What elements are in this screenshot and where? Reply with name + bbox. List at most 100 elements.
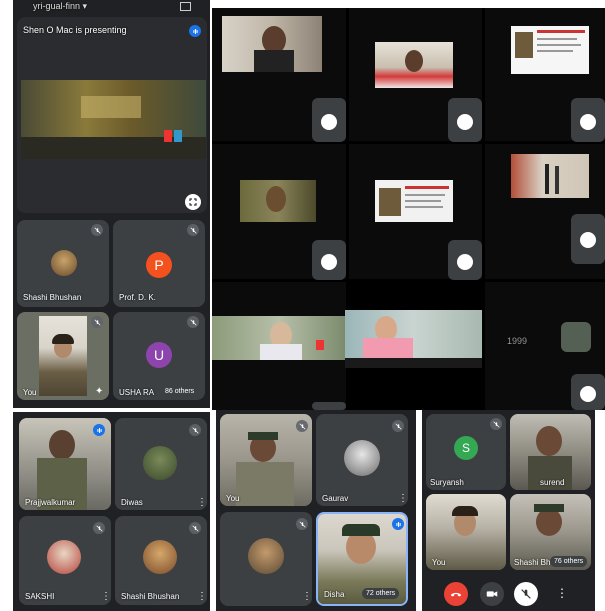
fullscreen-icon[interactable] [185,194,201,210]
speaker-video [345,310,482,368]
meet-window-bottom-mid: You Gaurav ⋮ ⋮ Disha 72 others [216,410,416,611]
mic-on-icon [392,518,404,530]
self-thumb [571,374,605,410]
avatar [143,540,177,574]
self-video [39,316,87,396]
participant-tile[interactable]: S Suryansh [426,414,506,490]
self-thumb [312,402,346,410]
mic-off-icon [189,522,201,534]
avatar: U [146,342,172,368]
more-vert-icon[interactable]: ⋮ [556,587,568,599]
more-vert-icon[interactable]: ⋮ [398,494,408,504]
mic-off-icon [189,424,201,436]
participant-tile[interactable]: Prajjwalkumar [19,418,111,510]
avatar [344,440,380,476]
participant-name: Gaurav [322,494,349,503]
speaker-video [375,42,453,88]
mic-off-icon [91,224,103,236]
avatar [321,254,337,270]
meet-window-bottom-right: S Suryansh surend You Shashi Bh 76 other… [422,410,595,611]
participant-name: Shashi Bhushan [121,592,180,601]
participant-name: Prajjwalkumar [25,498,76,507]
self-thumb [312,98,346,142]
participant-tile[interactable]: surend [510,414,591,490]
mic-off-icon [392,420,404,432]
presenting-label: Shen O Mac is presenting [23,25,127,35]
participant-tile[interactable]: U USHA RA 86 others [113,312,205,400]
more-vert-icon[interactable]: ⋮ [101,592,111,602]
self-thumb [571,214,605,264]
meeting-code[interactable]: yri-gual-finn ▾ [33,1,87,12]
video-panel [485,144,605,279]
self-thumb [448,240,482,280]
more-vert-icon[interactable]: ⋮ [197,498,207,508]
mic-off-icon [187,224,199,236]
participant-name: Shashi Bhushan [23,293,82,302]
participant-tile-self[interactable]: You ✦ [17,312,109,400]
participant-tile-self[interactable]: You [426,494,506,570]
others-badge[interactable]: 86 others [161,386,199,397]
mic-on-icon [189,25,201,37]
video-panel [349,8,482,142]
video-panel [212,144,346,280]
mic-off-button[interactable] [514,582,538,606]
participant-name: You [432,558,446,567]
participant-name: Suryansh [430,478,464,487]
more-vert-icon[interactable]: ⋮ [302,592,312,602]
participant-tile[interactable]: P Prof. D. K. [113,220,205,307]
end-call-button[interactable] [444,582,468,606]
others-badge[interactable]: 76 others [550,556,588,567]
participant-name: Disha [324,590,345,599]
video-panel [212,282,346,410]
participant-tile[interactable]: Shashi Bhushan ⋮ [115,516,207,605]
mic-on-icon [93,424,105,436]
mic-off-icon [91,316,103,328]
presentation-tile[interactable]: Shen O Mac is presenting [17,17,207,213]
participant-name: Shashi Bh [514,558,551,567]
screenshot-grid: 1999 [212,8,605,410]
mic-off-icon [93,522,105,534]
window-icon[interactable] [180,2,191,11]
participant-tile[interactable]: Gaurav ⋮ [316,414,408,506]
avatar [457,254,473,270]
self-thumb [571,98,605,142]
speaker-video [222,16,322,72]
mic-off-icon [296,420,308,432]
participant-name: surend [540,478,565,487]
participant-tile[interactable]: Diwas ⋮ [115,418,207,510]
participant-tile[interactable]: ⋮ [220,512,312,606]
avatar [580,114,596,130]
speaker-video [212,316,346,360]
self-thumb [561,322,591,352]
participant-tile[interactable]: Disha 72 others [316,512,408,606]
participant-tile[interactable]: Shashi Bh 76 others [510,494,591,570]
sparkle-icon[interactable]: ✦ [95,386,103,397]
participant-tile[interactable]: Shashi Bhushan [17,220,109,307]
camera-button[interactable] [480,582,504,606]
shared-screen [21,80,206,159]
avatar [580,386,596,402]
more-vert-icon[interactable]: ⋮ [197,592,207,602]
video-panel [345,310,482,368]
speaker-video [511,154,589,198]
participant-tile-self[interactable]: You [220,414,312,506]
participant-tile[interactable]: SAKSHI ⋮ [19,516,111,605]
avatar: P [146,252,172,278]
video-panel [349,144,482,280]
shared-slide [511,26,589,74]
mic-off-icon [296,518,308,530]
speaker-video [240,180,316,222]
mic-off-icon [187,316,199,328]
participant-name: You [23,388,37,397]
participant-name: USHA RA [119,388,155,397]
avatar [51,250,77,276]
avatar: S [454,436,478,460]
others-badge[interactable]: 72 others [362,588,400,599]
self-thumb [448,98,482,142]
self-thumb [312,240,346,280]
video-panel [212,8,346,142]
participant-name: Prof. D. K. [119,293,156,302]
video-panel: 1999 [485,282,605,410]
participant-name: You [226,494,240,503]
shared-slide [375,180,453,222]
